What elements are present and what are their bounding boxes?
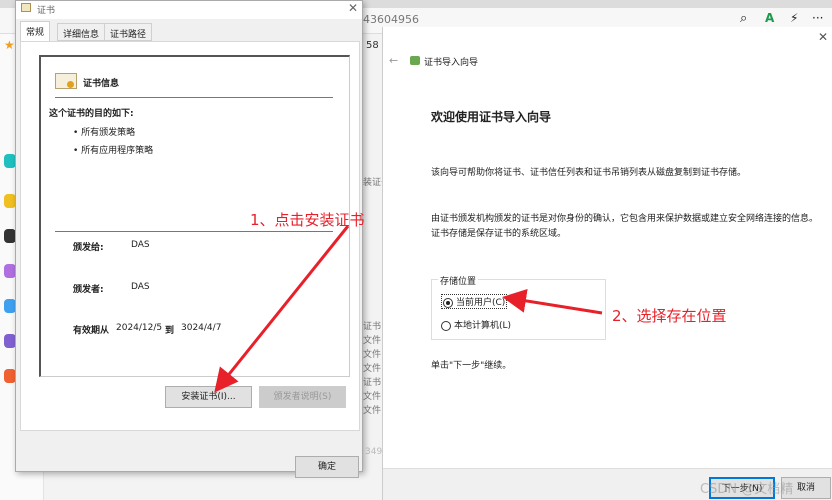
arrow-step2 xyxy=(502,288,603,315)
arrow-step1 xyxy=(214,225,350,393)
annotation-arrows xyxy=(214,225,603,393)
